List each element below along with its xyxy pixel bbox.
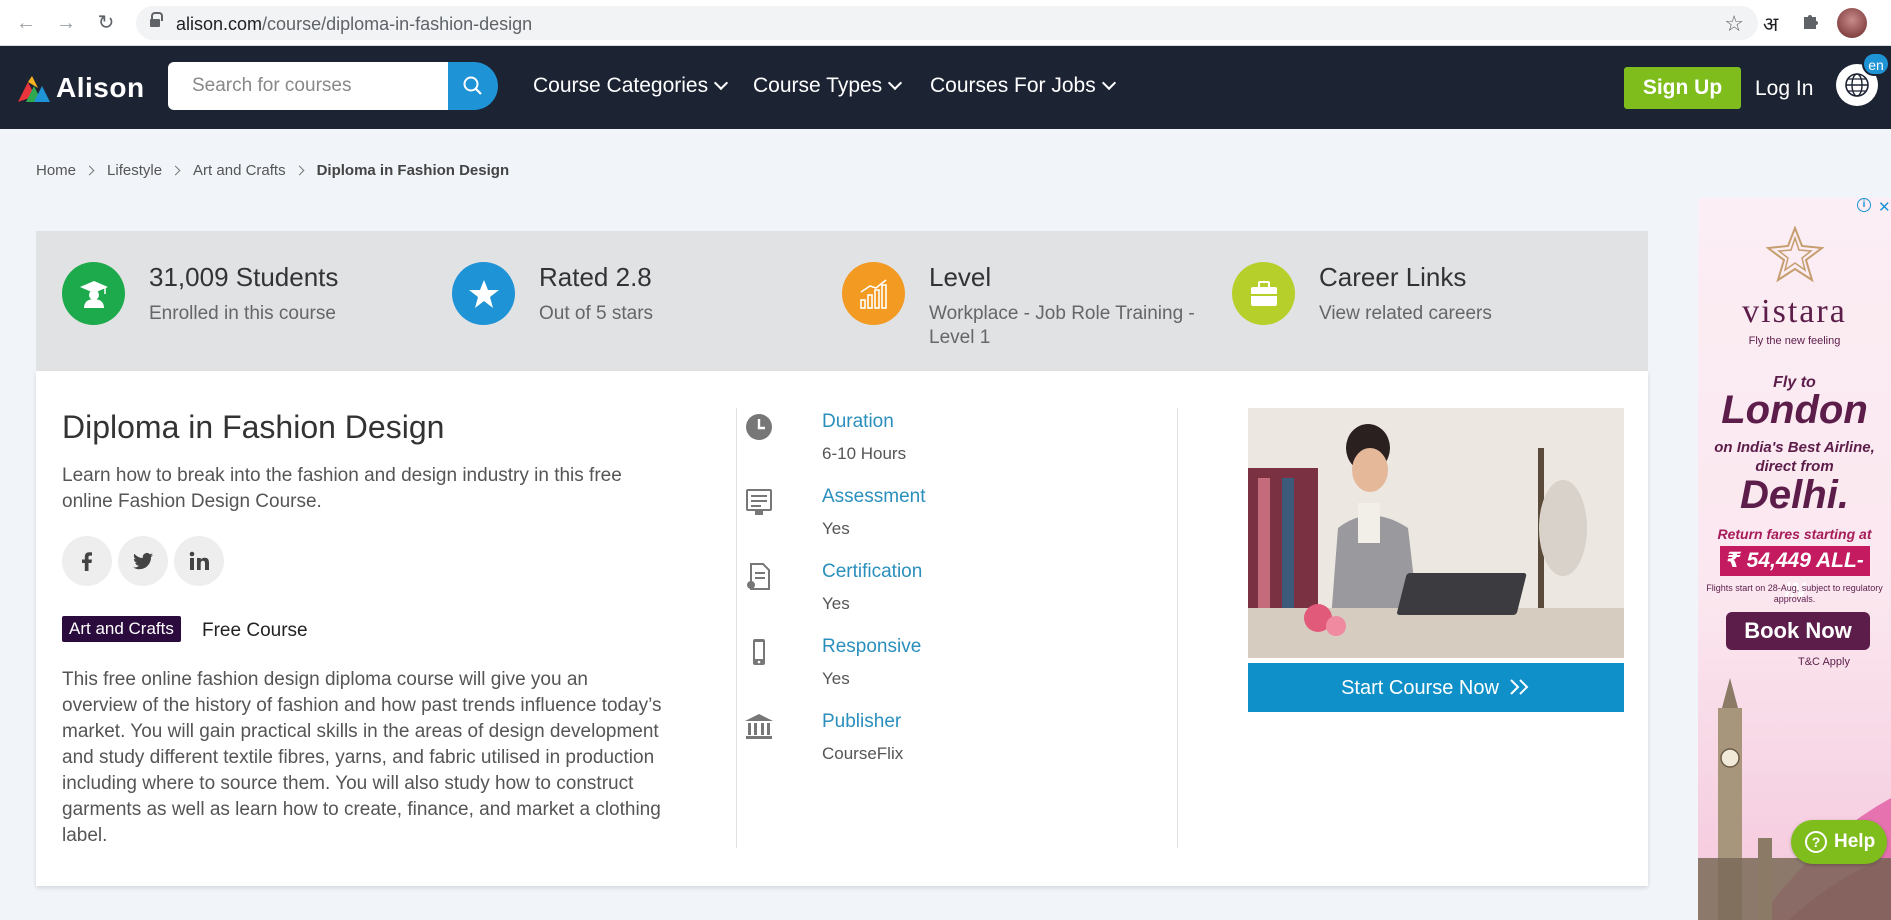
breadcrumb: Home Lifestyle Art and Crafts Diploma in Fa… <box>36 162 509 179</box>
assessment-icon <box>746 489 772 515</box>
chevron-down-icon <box>1101 75 1116 91</box>
search-icon <box>463 76 482 95</box>
help-button[interactable]: ? Help <box>1791 820 1887 864</box>
menu-courses-for-jobs[interactable]: Courses For Jobs <box>930 74 1116 98</box>
facebook-icon <box>82 552 92 571</box>
start-course-button[interactable]: Start Course Now <box>1248 663 1624 712</box>
browser-toolbar: ← → ↻ alison.com/course/diploma-in-fashi… <box>0 0 1891 46</box>
fashion-designer-image <box>1248 408 1624 658</box>
institution-icon <box>745 714 773 739</box>
question-icon: ? <box>1805 831 1827 853</box>
certificate-icon <box>747 563 770 590</box>
language-badge: en <box>1862 52 1890 76</box>
mobile-icon <box>753 639 765 665</box>
star-icon <box>452 262 515 325</box>
course-card: Diploma in Fashion Design Learn how to b… <box>36 371 1648 886</box>
reload-icon[interactable]: ↻ <box>94 11 118 35</box>
breadcrumb-lifestyle[interactable]: Lifestyle <box>107 162 162 179</box>
column-divider <box>1177 408 1178 848</box>
double-chevron-right-icon <box>1509 678 1531 702</box>
big-ben-illustration <box>1698 678 1891 920</box>
facebook-share-button[interactable] <box>62 536 112 586</box>
puzzle-extension-icon[interactable] <box>1800 10 1822 38</box>
hindi-extension-icon[interactable]: अ <box>1763 10 1778 37</box>
chart-up-icon <box>842 262 905 325</box>
vistara-emblem-icon <box>1766 226 1824 283</box>
menu-course-categories[interactable]: Course Categories <box>533 74 729 98</box>
url-text: alison.com/course/diploma-in-fashion-des… <box>176 14 533 34</box>
ad-info-icon[interactable]: i <box>1857 198 1871 212</box>
linkedin-icon <box>189 551 209 570</box>
category-tag[interactable]: Art and Crafts <box>62 616 181 642</box>
back-arrow-icon[interactable]: ← <box>14 11 38 35</box>
site-header: Alison Course Categories Course Types Co… <box>0 46 1891 129</box>
price-type: Free Course <box>202 620 308 641</box>
lock-icon <box>150 12 163 28</box>
twitter-icon <box>133 552 153 570</box>
ad-close-icon[interactable]: ✕ <box>1878 198 1891 216</box>
bookmark-star-icon[interactable]: ☆ <box>1724 11 1744 37</box>
alison-logo-icon <box>18 76 50 102</box>
log-in-link[interactable]: Log In <box>1755 77 1813 101</box>
breadcrumb-home[interactable]: Home <box>36 162 76 179</box>
column-divider <box>736 408 737 848</box>
briefcase-icon <box>1232 262 1295 325</box>
chevron-right-icon <box>84 165 95 176</box>
vistara-ad[interactable]: vistara Fly the new feeling Fly to Londo… <box>1698 198 1891 920</box>
breadcrumb-art-and-crafts[interactable]: Art and Crafts <box>193 162 286 179</box>
breadcrumb-current: Diploma in Fashion Design <box>316 162 510 179</box>
profile-avatar[interactable] <box>1837 8 1867 38</box>
course-title: Diploma in Fashion Design <box>62 409 445 445</box>
chevron-down-icon <box>714 75 729 91</box>
course-description: This free online fashion design diploma … <box>62 669 662 846</box>
course-lead: Learn how to break into the fashion and … <box>62 465 622 512</box>
chevron-down-icon <box>888 75 903 91</box>
chevron-right-icon <box>170 165 181 176</box>
clock-icon <box>746 414 772 440</box>
course-image <box>1248 408 1624 658</box>
globe-icon <box>1845 73 1869 97</box>
forward-arrow-icon[interactable]: → <box>54 11 78 35</box>
linkedin-share-button[interactable] <box>174 536 224 586</box>
graduate-icon <box>62 262 125 325</box>
menu-course-types[interactable]: Course Types <box>753 74 903 98</box>
book-now-button[interactable]: Book Now <box>1726 612 1870 650</box>
twitter-share-button[interactable] <box>118 536 168 586</box>
sign-up-button[interactable]: Sign Up <box>1624 67 1741 109</box>
course-stats-bar: 31,009 Students Enrolled in this course … <box>36 231 1648 371</box>
search-input[interactable] <box>168 62 448 110</box>
search-button[interactable] <box>448 62 498 110</box>
chevron-right-icon <box>294 165 305 176</box>
address-bar[interactable]: alison.com/course/diploma-in-fashion-des… <box>136 6 1758 40</box>
